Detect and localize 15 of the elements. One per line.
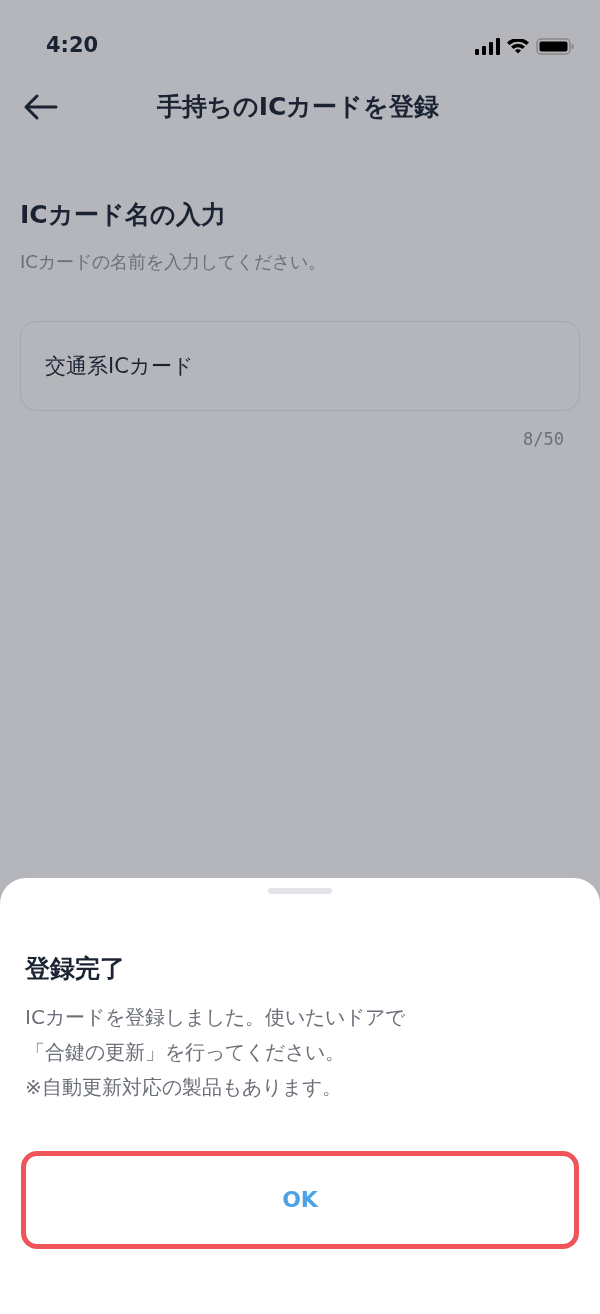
battery-icon bbox=[536, 37, 574, 55]
back-arrow-icon[interactable] bbox=[22, 93, 58, 121]
dialog-title: 登録完了 bbox=[25, 953, 126, 985]
section-title: ICカード名の入力 bbox=[20, 199, 227, 231]
signal-icon bbox=[475, 37, 500, 55]
section-hint: ICカードの名前を入力してください。 bbox=[20, 249, 327, 274]
sheet-handle[interactable] bbox=[268, 888, 332, 894]
card-name-field[interactable]: 交通系ICカード bbox=[20, 320, 580, 411]
dialog-message-line: ICカードを登録しました。使いたいドアで bbox=[25, 1003, 405, 1031]
dialog-message-line: 「合鍵の更新」を行ってください。 bbox=[25, 1038, 345, 1066]
wifi-icon bbox=[507, 38, 529, 54]
dialog-message-line: ※自動更新対応の製品もあります。 bbox=[25, 1073, 342, 1101]
character-counter: 8/50 bbox=[522, 427, 565, 451]
status-time: 4:20 bbox=[46, 32, 99, 60]
screen-title: 手持ちのICカードを登録 bbox=[155, 91, 441, 124]
